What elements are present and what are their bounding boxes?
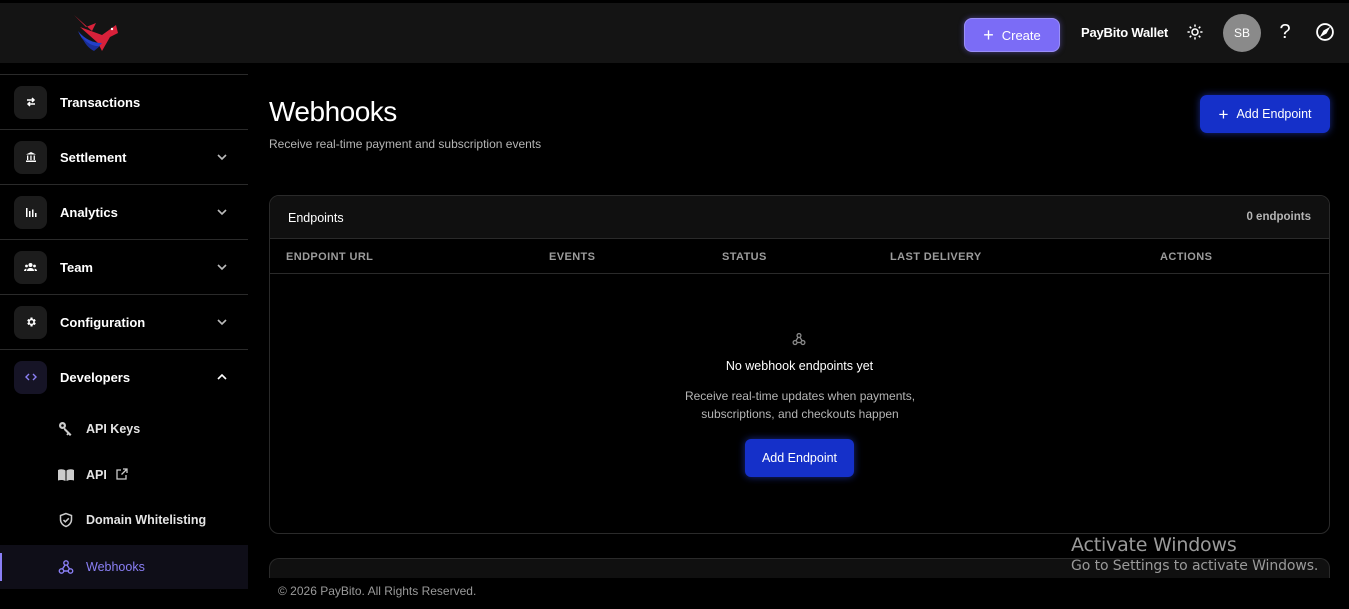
sidebar-item-label: Settlement: [60, 149, 127, 165]
empty-state-add-endpoint-button[interactable]: Add Endpoint: [745, 439, 854, 477]
chevron-down-icon: [215, 260, 229, 274]
sidebar-subitem-label: Domain Whitelisting: [86, 513, 207, 527]
sun-icon: [1187, 24, 1203, 40]
user-avatar[interactable]: SB: [1223, 14, 1261, 52]
chevron-down-icon: [215, 315, 229, 329]
theme-toggle-button[interactable]: [1183, 20, 1207, 44]
team-icon: [14, 250, 47, 284]
sidebar-subitem-api-keys[interactable]: API Keys: [0, 407, 248, 451]
page-title: Webhooks: [269, 96, 397, 127]
bar-chart-icon: [14, 195, 47, 229]
create-button[interactable]: + Create: [964, 18, 1060, 52]
chevron-down-icon: [215, 150, 229, 164]
chevron-down-icon: [215, 205, 229, 219]
sidebar-item-configuration[interactable]: Configuration: [0, 295, 248, 349]
sidebar: Transactions Settlement Analytics Team C…: [0, 63, 248, 609]
sidebar-item-label: Configuration: [60, 314, 146, 330]
active-indicator: [0, 553, 2, 581]
sidebar-item-transactions[interactable]: Transactions: [0, 75, 248, 129]
explore-button[interactable]: [1313, 20, 1337, 44]
column-header-endpoint-url: ENDPOINT URL: [286, 251, 374, 263]
empty-state-title: No webhook endpoints yet: [725, 359, 874, 373]
plus-icon: +: [1218, 104, 1229, 124]
code-icon: [14, 360, 47, 394]
column-header-events: EVENTS: [549, 251, 596, 263]
help-button[interactable]: ?: [1273, 20, 1297, 44]
sidebar-subitem-label: API: [86, 468, 107, 482]
external-link-icon: [116, 467, 128, 485]
sidebar-subitem-api[interactable]: API: [0, 453, 248, 497]
question-mark-icon: ?: [1279, 20, 1291, 43]
gear-icon: [14, 305, 47, 339]
compass-icon: [1316, 23, 1334, 41]
webhook-icon: [57, 558, 75, 576]
create-button-label: Create: [1001, 27, 1041, 43]
table-header: ENDPOINT URL EVENTS STATUS LAST DELIVERY…: [270, 239, 1329, 274]
plus-icon: +: [983, 25, 994, 45]
add-endpoint-button[interactable]: + Add Endpoint: [1200, 95, 1330, 133]
empty-state-description: Receive real-time updates when payments,…: [650, 387, 950, 423]
arrows-swap-icon: [14, 85, 47, 119]
add-endpoint-label: Add Endpoint: [1236, 107, 1312, 121]
card-title: Endpoints: [288, 211, 344, 225]
sidebar-item-team[interactable]: Team: [0, 240, 248, 294]
sidebar-item-settlement[interactable]: Settlement: [0, 130, 248, 184]
page-subtitle: Receive real-time payment and subscripti…: [269, 137, 542, 151]
sidebar-item-label: Developers: [60, 369, 131, 385]
sidebar-item-analytics[interactable]: Analytics: [0, 185, 248, 239]
book-icon: [57, 466, 75, 484]
sidebar-subitem-domain-whitelisting[interactable]: Domain Whitelisting: [0, 498, 248, 542]
sidebar-item-label: Analytics: [60, 204, 118, 220]
column-header-last-delivery: LAST DELIVERY: [890, 251, 982, 263]
footer-copyright: © 2026 PayBito. All Rights Reserved.: [278, 584, 477, 598]
bank-icon: [14, 140, 47, 174]
sidebar-subitem-webhooks[interactable]: Webhooks: [0, 545, 248, 589]
shield-check-icon: [57, 511, 75, 529]
key-icon: [57, 420, 75, 438]
top-bar: + Create PayBito Wallet SB ?: [0, 3, 1349, 63]
sidebar-item-label: Team: [60, 259, 93, 275]
paybito-logo[interactable]: [72, 13, 122, 53]
column-header-actions: ACTIONS: [1160, 251, 1213, 263]
column-header-status: STATUS: [722, 251, 767, 263]
sidebar-subitem-label: API Keys: [86, 422, 141, 436]
endpoint-count: 0 endpoints: [1246, 211, 1311, 223]
sidebar-item-label: Transactions: [60, 94, 141, 110]
endpoints-card-header: Endpoints 0 endpoints: [270, 196, 1329, 239]
sidebar-subitem-label: Webhooks: [86, 560, 145, 574]
chevron-up-icon: [215, 370, 229, 384]
empty-state-description-line: Receive real-time updates when payments,: [684, 389, 916, 403]
webhook-icon: [792, 332, 806, 346]
empty-state-description-line: subscriptions, and checkouts happen: [701, 407, 899, 421]
paybito-wallet-link[interactable]: PayBito Wallet: [1081, 25, 1168, 40]
windows-activation-watermark-text: Go to Settings to activate Windows.: [1071, 558, 1319, 574]
sidebar-item-developers[interactable]: Developers: [0, 350, 248, 404]
endpoints-card: Endpoints 0 endpoints ENDPOINT URL EVENT…: [269, 195, 1330, 534]
windows-activation-watermark-title: Activate Windows: [1071, 534, 1237, 556]
